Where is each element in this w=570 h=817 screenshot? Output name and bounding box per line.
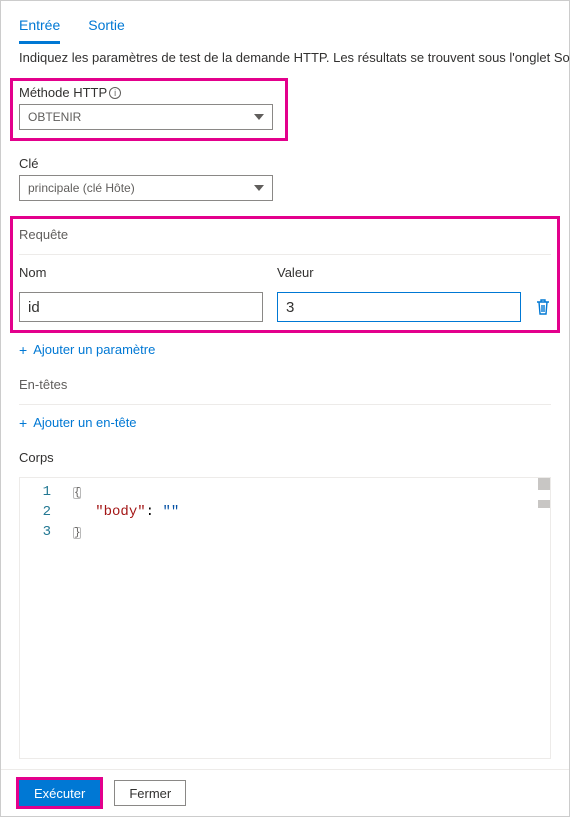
headers-title: En-têtes — [19, 377, 551, 392]
run-button[interactable]: Exécuter — [19, 780, 100, 806]
description-text: Indiquez les paramètres de test de la de… — [19, 50, 551, 65]
query-row — [19, 292, 551, 322]
key-select[interactable]: principale (clé Hôte) — [19, 175, 273, 201]
query-value-header: Valeur — [277, 265, 521, 280]
close-button[interactable]: Fermer — [114, 780, 186, 806]
add-param-link[interactable]: + Ajouter un paramètre — [19, 342, 551, 357]
tabs: Entrée Sortie — [19, 13, 551, 44]
body-title: Corps — [19, 450, 551, 465]
code-value: "" — [162, 504, 179, 520]
run-button-highlight: Exécuter — [19, 780, 100, 806]
trash-icon[interactable] — [535, 298, 551, 316]
add-header-label: Ajouter un en-tête — [33, 415, 136, 430]
query-name-header: Nom — [19, 265, 263, 280]
query-title: Requête — [19, 227, 551, 242]
scrollbar-thumb[interactable] — [538, 478, 550, 490]
add-param-label: Ajouter un paramètre — [33, 342, 155, 357]
http-method-value: OBTENIR — [28, 110, 81, 124]
http-method-select[interactable]: OBTENIR — [19, 104, 273, 130]
http-method-label-text: Méthode HTTP — [19, 85, 107, 100]
fold-icon[interactable]: } — [73, 527, 81, 539]
spacer — [535, 265, 551, 280]
fold-icon[interactable]: { — [73, 487, 81, 499]
code-editor[interactable]: 1 2 3 { "body": "" } — [19, 477, 551, 759]
code-body[interactable]: { "body": "" } — [62, 478, 550, 758]
query-value-input[interactable] — [277, 292, 521, 322]
scrollbar-thumb[interactable] — [538, 500, 550, 508]
http-method-group: Méthode HTTP i OBTENIR — [11, 79, 287, 140]
code-key: "body" — [95, 504, 145, 520]
http-method-label: Méthode HTTP i — [19, 85, 121, 100]
tab-input[interactable]: Entrée — [19, 13, 60, 44]
gutter: 1 2 3 — [20, 478, 62, 758]
chevron-down-icon — [254, 185, 264, 191]
plus-icon: + — [19, 343, 27, 357]
line-number: 2 — [20, 502, 51, 522]
footer: Exécuter Fermer — [1, 769, 569, 816]
info-icon[interactable]: i — [109, 87, 121, 99]
divider — [19, 404, 551, 405]
line-number: 1 — [20, 482, 51, 502]
key-value: principale (clé Hôte) — [28, 181, 135, 195]
tab-output[interactable]: Sortie — [88, 13, 125, 44]
code-colon: : — [146, 504, 163, 520]
query-name-input[interactable] — [19, 292, 263, 322]
query-group: Requête Nom Valeur — [11, 217, 559, 332]
query-headers: Nom Valeur — [19, 265, 551, 280]
plus-icon: + — [19, 416, 27, 430]
key-label: Clé — [19, 156, 39, 171]
add-header-link[interactable]: + Ajouter un en-tête — [19, 415, 551, 430]
key-group: Clé principale (clé Hôte) — [19, 156, 551, 201]
line-number: 3 — [20, 522, 51, 542]
divider — [19, 254, 551, 255]
chevron-down-icon — [254, 114, 264, 120]
